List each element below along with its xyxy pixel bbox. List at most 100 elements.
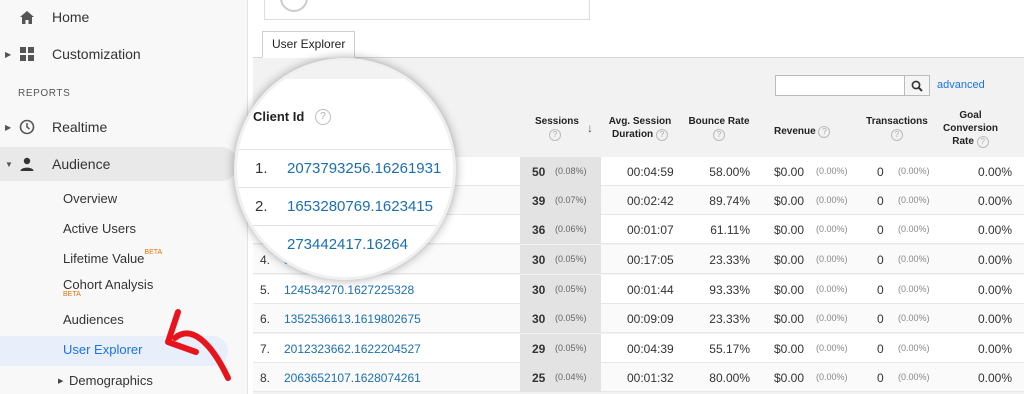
header-client-id[interactable]: Client Id [253,109,304,124]
row-number: 8. [260,371,271,385]
revenue-value: $0.00 [774,371,805,385]
table-row[interactable]: 6. 1352536613.1619802675 30 (0.05%) 00:09:09… [253,304,1024,333]
header-label-line: Rate ? [943,135,998,148]
row-number: 6. [260,312,271,326]
client-id-link[interactable]: 2012323662.1622204527 [284,342,421,356]
transactions-percent: (0.00%) [898,166,930,176]
magnified-row[interactable]: 2. 1653280769.1623415 [237,187,453,225]
sidebar-item-audience[interactable]: ▼ Audience [0,147,238,181]
header-label: Duration [612,129,654,140]
magnifier-header-strip [237,61,453,79]
revenue-value: $0.00 [774,223,805,237]
magnifier-callout: Client Id ? 1. 2073793256.16261931 2. 16… [234,58,456,280]
client-id-link[interactable]: 2063652107.1628074261 [284,371,421,385]
sidebar-item-label: Home [52,9,90,25]
sidebar-subitem-active-users[interactable]: Active Users [63,221,136,236]
bounce-rate-value: 80.00% [709,371,750,385]
client-id-link[interactable]: 273442417.16264 [287,236,408,253]
transactions-value: 0 [877,283,884,297]
search-button[interactable] [905,75,930,96]
sessions-cell: 50 (0.08%) [520,157,601,186]
client-id-link[interactable]: 2073793256.16261931 [287,160,441,177]
sessions-value: 30 [532,312,546,326]
sidebar-item-home[interactable]: Home [0,0,248,34]
header-avg-session-duration[interactable]: Avg. Session Duration ? [605,115,675,141]
help-icon[interactable]: ? [713,129,725,141]
transactions-value: 0 [877,253,884,267]
beta-badge: BETA [144,249,163,256]
top-card [264,0,590,20]
goal-conversion-value: 0.00% [977,371,1012,385]
sidebar-item-customization[interactable]: ▶ Customization [0,37,248,71]
help-icon[interactable]: ? [655,129,668,141]
magnified-row[interactable]: 273442417.16264 [237,225,453,263]
sidebar-subitem-overview[interactable]: Overview [63,191,117,206]
goal-conversion-value: 0.00% [977,283,1012,297]
sessions-cell: 25 (0.04%) [520,363,601,392]
transactions-value: 0 [877,371,884,385]
avg-duration-value: 00:04:59 [627,165,674,179]
bounce-rate-value: 23.33% [709,312,750,326]
avg-duration-value: 00:04:39 [627,342,674,356]
sidebar-item-label: Realtime [52,119,108,135]
advanced-link[interactable]: advanced [937,79,985,91]
header-label: Sessions [535,116,579,127]
sidebar-subitem-lifetime-value[interactable]: Lifetime ValueBETA [63,249,163,266]
sidebar-subitem-demographics[interactable]: Demographics [69,373,153,388]
clock-icon [18,118,36,136]
transactions-value: 0 [877,165,884,179]
help-icon[interactable]: ? [315,109,331,125]
home-icon [18,8,36,26]
goal-conversion-value: 0.00% [977,342,1012,356]
table-row[interactable]: 8. 2063652107.1628074261 25 (0.04%) 00:01:32… [253,363,1024,392]
header-revenue[interactable]: Revenue ? [774,125,846,138]
sort-down-icon[interactable]: ↓ [587,121,593,135]
magnified-row[interactable]: 1. 2073793256.16261931 [237,149,453,187]
bounce-rate-value: 61.11% [710,223,750,237]
person-icon [18,155,36,173]
sessions-percent: (0.07%) [555,195,587,205]
client-id-link[interactable]: 1352536613.1619802675 [284,312,421,326]
sidebar-item-label: Audience [52,156,111,172]
beta-badge: BETA [63,291,81,298]
help-icon[interactable]: ? [818,126,831,138]
sidebar-subitem-label: Lifetime Value [63,251,145,266]
help-icon[interactable]: ? [976,136,989,148]
sidebar-subitem-user-explorer[interactable]: User Explorer [63,342,142,357]
header-sessions[interactable]: Sessions ? [535,115,579,141]
revenue-value: $0.00 [774,253,805,267]
sidebar-subitem-audiences[interactable]: Audiences [63,312,124,327]
transactions-percent: (0.00%) [898,195,930,205]
sessions-percent: (0.05%) [555,343,587,353]
sessions-value: 30 [532,253,546,267]
tab-user-explorer[interactable]: User Explorer [262,31,356,58]
red-arrow-annotation-icon [165,309,231,381]
revenue-percent: (0.00%) [816,224,848,234]
revenue-value: $0.00 [774,283,805,297]
transactions-value: 0 [877,194,884,208]
table-row[interactable]: 5. 124534270.1627225328 30 (0.05%) 00:01:44 9… [253,275,1024,304]
help-icon[interactable]: ? [549,129,561,141]
sessions-cell: 30 (0.05%) [520,245,601,274]
row-number: 7. [260,342,271,356]
client-id-link[interactable]: 1653280769.1623415 [287,198,433,215]
header-bounce-rate[interactable]: Bounce Rate ? [686,115,752,141]
bounce-rate-value: 93.33% [709,283,750,297]
caret-down-icon: ▼ [5,159,13,169]
transactions-value: 0 [877,342,884,356]
revenue-value: $0.00 [774,312,805,326]
revenue-percent: (0.00%) [816,313,848,323]
sidebar-subitem-cohort-analysis[interactable]: Cohort Analysis [63,277,153,292]
revenue-percent: (0.00%) [816,254,848,264]
row-number: 2. [255,198,268,215]
header-label-line: Duration ? [605,128,675,141]
header-goal-conversion-rate[interactable]: Goal Conversion Rate ? [943,109,998,148]
header-transactions[interactable]: Transactions ? [861,115,933,141]
transactions-percent: (0.00%) [898,372,930,382]
table-row[interactable]: 7. 2012323662.1622204527 29 (0.05%) 00:04:39… [253,334,1024,363]
client-id-link[interactable]: 124534270.1627225328 [284,283,414,297]
search-input[interactable] [775,75,905,96]
bounce-rate-value: 23.33% [709,253,750,267]
help-icon[interactable]: ? [891,129,903,141]
sidebar-item-realtime[interactable]: ▶ Realtime [0,110,248,144]
